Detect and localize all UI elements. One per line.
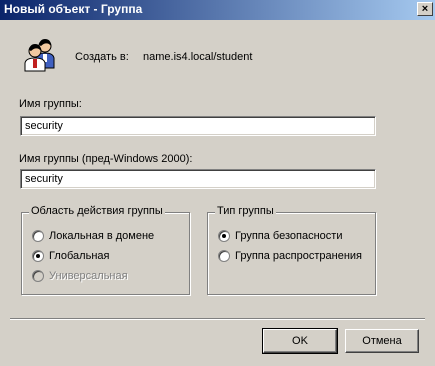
scope-option-label: Локальная в домене bbox=[49, 230, 155, 242]
radio-security[interactable] bbox=[218, 230, 230, 242]
users-icon bbox=[24, 39, 55, 72]
ok-button[interactable]: OK bbox=[262, 328, 338, 354]
scope-option-label: Универсальная bbox=[49, 270, 128, 282]
radio-domain-local[interactable] bbox=[32, 230, 44, 242]
radio-global[interactable] bbox=[32, 250, 44, 262]
scope-option-domain-local[interactable]: Локальная в домене bbox=[32, 230, 154, 242]
type-option-label: Группа распространения bbox=[235, 250, 362, 262]
group-scope-box: Область действия группы Локальная в доме… bbox=[21, 205, 190, 295]
type-option-distribution[interactable]: Группа распространения bbox=[218, 250, 362, 262]
window-title: Новый объект - Группа bbox=[4, 2, 143, 16]
scope-option-universal: Универсальная bbox=[32, 270, 128, 282]
group-type-box: Тип группы Группа безопасности Группа ра… bbox=[207, 205, 376, 295]
close-button[interactable]: × bbox=[417, 2, 433, 16]
group-name-input[interactable] bbox=[20, 116, 376, 136]
group-scope-legend: Область действия группы bbox=[29, 205, 165, 217]
type-option-label: Группа безопасности bbox=[235, 230, 343, 242]
create-in-path: name.is4.local/student bbox=[143, 51, 253, 63]
create-in-label: Создать в: bbox=[75, 51, 129, 63]
group-name-label: Имя группы: bbox=[19, 98, 82, 110]
cancel-button[interactable]: Отмена bbox=[345, 329, 419, 353]
new-group-dialog: Новый объект - Группа × Создать в: name.… bbox=[0, 0, 435, 366]
type-option-security[interactable]: Группа безопасности bbox=[218, 230, 342, 242]
scope-option-label: Глобальная bbox=[49, 250, 110, 262]
radio-distribution[interactable] bbox=[218, 250, 230, 262]
group-type-legend: Тип группы bbox=[215, 205, 276, 217]
group-name-prewin-input[interactable] bbox=[20, 169, 376, 189]
separator bbox=[10, 318, 425, 320]
title-bar: Новый объект - Группа × bbox=[0, 0, 435, 20]
radio-universal bbox=[32, 270, 44, 282]
close-icon: × bbox=[421, 3, 429, 15]
scope-option-global[interactable]: Глобальная bbox=[32, 250, 109, 262]
group-name-prewin-label: Имя группы (пред-Windows 2000): bbox=[19, 153, 193, 165]
